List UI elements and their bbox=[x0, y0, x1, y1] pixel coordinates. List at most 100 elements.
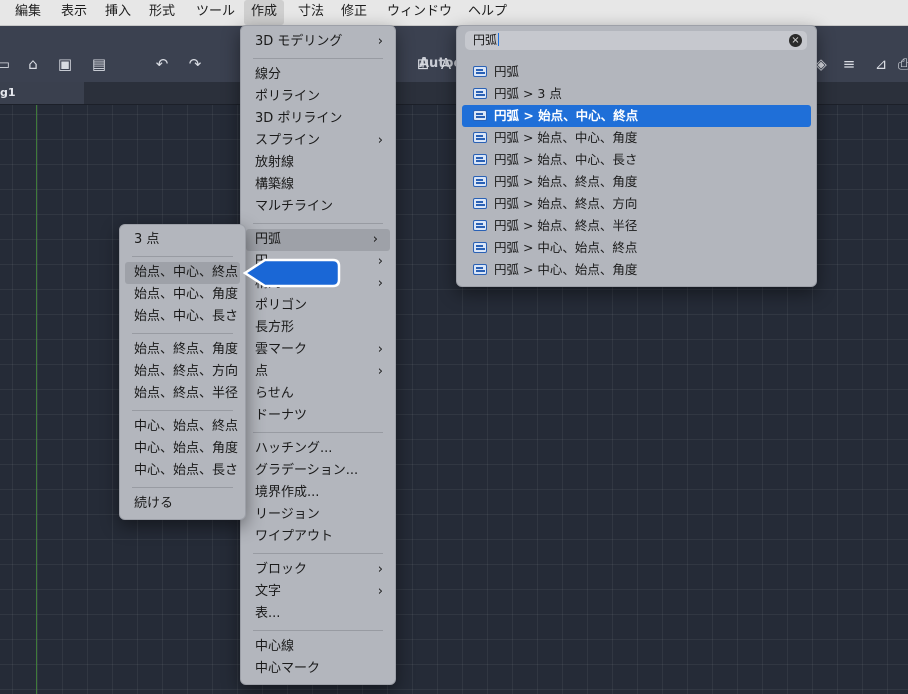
arc-submenu-item[interactable]: 中心、始点、長さ bbox=[120, 460, 245, 482]
create-menu-item[interactable]: 3D ポリライン bbox=[241, 108, 395, 130]
help-search-field[interactable]: 円弧 × bbox=[465, 31, 807, 50]
chevron-right-icon: › bbox=[377, 562, 383, 577]
arc-submenu-item-label: 中心、始点、終点 bbox=[134, 419, 239, 434]
insert-icon[interactable]: ⊞ bbox=[414, 56, 432, 72]
arc-submenu-item-label: 始点、終点、半径 bbox=[134, 386, 239, 401]
help-result-item[interactable]: 円弧 > 中心、始点、角度 bbox=[462, 259, 811, 281]
create-menu-item[interactable]: 境界作成... bbox=[241, 482, 395, 504]
create-menu-item[interactable]: 放射線 bbox=[241, 152, 395, 174]
menu-command-icon bbox=[473, 264, 487, 275]
help-result-item[interactable]: 円弧 > 始点、終点、半径 bbox=[462, 215, 811, 237]
menubar-item-4[interactable]: ツール bbox=[189, 0, 242, 25]
menu-separator bbox=[132, 410, 233, 411]
menubar-item-1[interactable]: 表示 bbox=[54, 0, 94, 25]
create-menu-item-label: らせん bbox=[255, 386, 294, 401]
help-search-input[interactable]: 円弧 bbox=[473, 31, 499, 50]
y-axis-line bbox=[36, 104, 37, 694]
create-menu-item[interactable]: ハッチング... bbox=[241, 438, 395, 460]
create-menu-item[interactable]: らせん bbox=[241, 383, 395, 405]
arc-submenu-item[interactable]: 始点、終点、半径 bbox=[120, 383, 245, 405]
menubar-item-2[interactable]: 挿入 bbox=[98, 0, 138, 25]
help-result-label: 円弧 > 始点、中心、終点 bbox=[494, 108, 639, 123]
create-menu-item[interactable]: 構築線 bbox=[241, 174, 395, 196]
arc-submenu-item-label: 3 点 bbox=[134, 232, 160, 247]
arc-submenu-item[interactable]: 中心、始点、角度 bbox=[120, 438, 245, 460]
chevron-right-icon: › bbox=[377, 276, 383, 291]
save-icon[interactable]: ▣ bbox=[56, 56, 74, 72]
redo-icon[interactable]: ↷ bbox=[186, 56, 204, 72]
open-folder-icon[interactable]: ⌂ bbox=[24, 56, 42, 72]
arc-submenu-item[interactable]: 始点、中心、長さ bbox=[120, 306, 245, 328]
create-menu-item[interactable]: ブロック › bbox=[241, 559, 395, 581]
chevron-right-icon: › bbox=[377, 133, 383, 148]
arc-submenu-item[interactable]: 続ける bbox=[120, 493, 245, 515]
create-menu-item[interactable]: ポリゴン bbox=[241, 295, 395, 317]
help-result-item[interactable]: 円弧 > 始点、終点、角度 bbox=[462, 171, 811, 193]
chevron-right-icon: › bbox=[377, 34, 383, 49]
menu-separator bbox=[253, 223, 383, 224]
save-as-icon[interactable]: ▤ bbox=[90, 56, 108, 72]
menu-separator bbox=[132, 333, 233, 334]
arc-submenu-item[interactable]: 始点、終点、角度 bbox=[120, 339, 245, 361]
create-menu-item[interactable]: 円弧 › bbox=[246, 229, 390, 251]
create-menu-item[interactable]: 中心線 bbox=[241, 636, 395, 658]
create-menu-item-label: 文字 bbox=[255, 584, 282, 599]
undo-icon[interactable]: ↶ bbox=[153, 56, 171, 72]
create-menu-item[interactable]: 文字 › bbox=[241, 581, 395, 603]
create-menu-item[interactable]: ポリライン bbox=[241, 86, 395, 108]
help-result-item[interactable]: 円弧 > 中心、始点、終点 bbox=[462, 237, 811, 259]
text-style-icon[interactable]: A bbox=[437, 56, 455, 72]
clear-search-icon[interactable]: × bbox=[789, 34, 802, 47]
help-result-item[interactable]: 円弧 > 始点、中心、角度 bbox=[462, 127, 811, 149]
menu-separator bbox=[132, 487, 233, 488]
arc-submenu-item[interactable]: 始点、中心、終点 bbox=[125, 262, 240, 284]
help-result-item[interactable]: 円弧 > 始点、終点、方向 bbox=[462, 193, 811, 215]
arc-submenu-item[interactable]: 3 点 bbox=[120, 229, 245, 251]
arc-submenu-item-label: 始点、中心、終点 bbox=[134, 265, 239, 280]
create-menu-item[interactable]: 雲マーク › bbox=[241, 339, 395, 361]
layer-icon[interactable]: ≡ bbox=[840, 56, 858, 72]
chevron-right-icon: › bbox=[372, 232, 378, 247]
create-menu-item-label: 境界作成... bbox=[255, 485, 320, 500]
menu-separator bbox=[253, 553, 383, 554]
menubar-item-7[interactable]: 修正 bbox=[334, 0, 374, 25]
plot-icon[interactable]: ⎙ bbox=[895, 56, 908, 72]
arc-submenu-item[interactable]: 中心、始点、終点 bbox=[120, 416, 245, 438]
create-menu-item[interactable]: 表... bbox=[241, 603, 395, 625]
menubar-item-9[interactable]: ヘルプ bbox=[461, 0, 514, 25]
help-result-item[interactable]: 円弧 > 始点、中心、終点 bbox=[462, 105, 811, 127]
create-menu-item[interactable]: ドーナツ bbox=[241, 405, 395, 427]
help-search-popup: 円弧 × 円弧 円弧 > 3 点円弧 > 始点、中心、終点 円弧 > 始点、中心、角… bbox=[456, 25, 817, 287]
create-menu-item[interactable]: 長方形 bbox=[241, 317, 395, 339]
pointer-arrow-icon bbox=[243, 258, 341, 288]
create-menu-item[interactable]: 中心マーク bbox=[241, 658, 395, 680]
new-file-icon[interactable]: ▭ bbox=[0, 56, 12, 72]
arc-submenu-item[interactable]: 始点、中心、角度 bbox=[120, 284, 245, 306]
help-result-item[interactable]: 円弧 > 3 点 bbox=[462, 83, 811, 105]
help-result-item[interactable]: 円弧 > 始点、中心、長さ bbox=[462, 149, 811, 171]
create-menu-item-label: グラデーション... bbox=[255, 463, 359, 478]
menu-separator bbox=[253, 58, 383, 59]
create-menu-item[interactable]: マルチライン bbox=[241, 196, 395, 218]
menubar-item-8[interactable]: ウィンドウ bbox=[380, 0, 459, 25]
create-menu-item[interactable]: リージョン bbox=[241, 504, 395, 526]
create-menu-item[interactable]: 線分 bbox=[241, 64, 395, 86]
menubar-item-6[interactable]: 寸法 bbox=[291, 0, 331, 25]
create-menu-item[interactable]: 点 › bbox=[241, 361, 395, 383]
help-result-label: 円弧 > 始点、中心、角度 bbox=[494, 130, 638, 145]
menubar-item-5[interactable]: 作成 bbox=[244, 0, 285, 25]
create-menu-item-label: 円弧 bbox=[255, 232, 282, 247]
menubar-item-3[interactable]: 形式 bbox=[142, 0, 182, 25]
measure-icon[interactable]: ⊿ bbox=[872, 56, 890, 72]
create-menu-item[interactable]: 3D モデリング › bbox=[241, 31, 395, 53]
menubar-item-0[interactable]: 編集 bbox=[8, 0, 48, 25]
document-tab[interactable]: g1 bbox=[0, 82, 84, 104]
create-menu-item-label: 3D モデリング bbox=[255, 34, 343, 49]
create-menu-item[interactable]: ワイプアウト bbox=[241, 526, 395, 548]
create-menu-item[interactable]: グラデーション... bbox=[241, 460, 395, 482]
help-result-item[interactable]: 円弧 bbox=[462, 61, 811, 83]
create-menu-item[interactable]: スプライン › bbox=[241, 130, 395, 152]
create-menu-item-label: マルチライン bbox=[255, 199, 334, 214]
arc-submenu-item-label: 中心、始点、角度 bbox=[134, 441, 239, 456]
arc-submenu-item[interactable]: 始点、終点、方向 bbox=[120, 361, 245, 383]
